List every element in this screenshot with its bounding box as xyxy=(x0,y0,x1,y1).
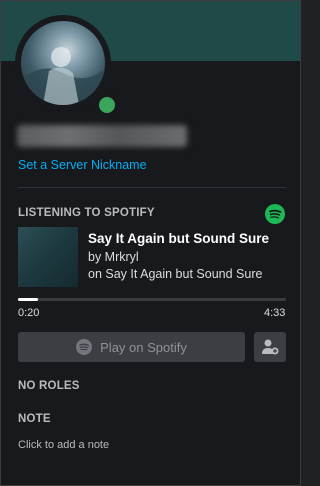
set-server-nickname-link[interactable]: Set a Server Nickname xyxy=(18,158,147,172)
avatar[interactable] xyxy=(21,21,105,105)
time-total: 4:33 xyxy=(264,307,286,319)
song-album[interactable]: on Say It Again but Sound Sure xyxy=(88,267,262,281)
username-blurred xyxy=(17,125,187,147)
play-on-spotify-button[interactable]: Play on Spotify xyxy=(18,332,245,362)
album-art[interactable] xyxy=(18,227,78,287)
note-heading: NOTE xyxy=(18,413,51,425)
spotify-icon xyxy=(265,204,285,224)
progress-bar-fill xyxy=(18,298,38,301)
roles-heading: NO ROLES xyxy=(18,380,80,392)
song-artist[interactable]: by Mrkryl xyxy=(88,250,139,264)
avatar-container[interactable] xyxy=(15,15,119,117)
note-input[interactable]: Click to add a note xyxy=(18,439,109,451)
time-elapsed: 0:20 xyxy=(18,307,40,319)
activity-heading: LISTENING TO SPOTIFY xyxy=(18,207,155,219)
divider xyxy=(18,187,286,188)
online-status-icon xyxy=(95,93,119,117)
play-on-spotify-label: Play on Spotify xyxy=(100,339,187,355)
add-friend-icon xyxy=(262,339,279,355)
progress-bar xyxy=(18,298,286,301)
song-title[interactable]: Say It Again but Sound Sure xyxy=(88,231,269,246)
user-profile-popout: Set a Server Nickname LISTENING TO SPOTI… xyxy=(0,0,301,486)
spotify-icon xyxy=(76,339,93,355)
add-friend-button[interactable] xyxy=(254,332,286,362)
